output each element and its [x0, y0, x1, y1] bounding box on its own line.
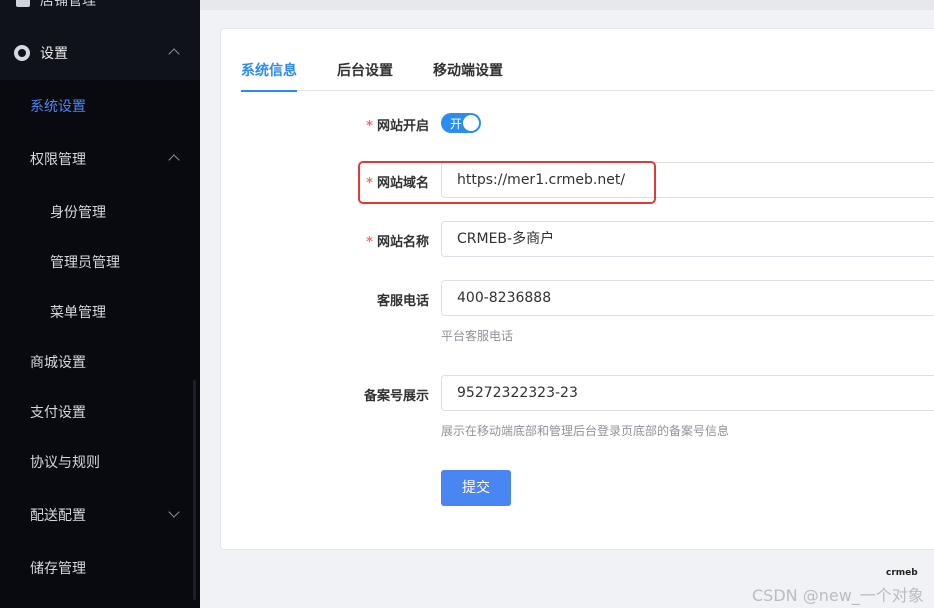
tab-mobile-settings[interactable]: 移动端设置 [433, 61, 503, 91]
icp-help: 展示在移动端底部和管理后台登录页底部的备案号信息 [441, 424, 730, 438]
sidebar-item-label: 系统设置 [30, 99, 86, 115]
label-text: 网站开启 [376, 119, 429, 134]
sidebar-item-admins[interactable]: 管理员管理 [0, 237, 200, 287]
sidebar-item-store[interactable]: 店铺管理 [0, 0, 200, 12]
site-name-label: * 网站名称 [366, 231, 429, 250]
tab-backend-settings[interactable]: 后台设置 [337, 61, 393, 91]
site-name-input[interactable]: CRMEB-多商户 [441, 221, 934, 257]
service-phone-input[interactable]: 400-8236888 [441, 280, 934, 316]
sidebar-item-label: 身份管理 [50, 205, 106, 221]
sidebar-item-roles[interactable]: 身份管理 [0, 187, 200, 237]
sidebar-item-label: 权限管理 [30, 152, 86, 168]
sidebar: 店铺管理 设置 系统设置 权限管理 身份管理 管理员管理 菜单管理 商城设置 支… [0, 0, 200, 608]
sidebar-item-system-settings[interactable]: 系统设置 [0, 81, 200, 131]
site-open-switch[interactable]: 开 [441, 113, 481, 133]
sidebar-item-label: 店铺管理 [40, 0, 96, 9]
sidebar-item-label: 管理员管理 [50, 255, 120, 271]
crmeb-logo: crmeb [886, 568, 918, 578]
chevron-up-icon [168, 154, 180, 166]
service-phone-help: 平台客服电话 [441, 329, 514, 343]
sidebar-item-mall-settings[interactable]: 商城设置 [0, 337, 200, 387]
chevron-up-icon [168, 48, 180, 60]
sidebar-item-label: 协议与规则 [30, 455, 100, 471]
switch-knob [463, 115, 479, 131]
site-open-label: * 网站开启 [366, 115, 429, 134]
sidebar-item-settings[interactable]: 设置 [0, 26, 200, 80]
csdn-watermark: CSDN @new_一个对象 [752, 586, 924, 605]
chevron-down-icon [168, 506, 180, 518]
top-bar [200, 0, 934, 10]
service-phone-label: 客服电话 [376, 294, 429, 309]
sidebar-item-permissions[interactable]: 权限管理 [0, 134, 200, 184]
sidebar-item-payment-settings[interactable]: 支付设置 [0, 387, 200, 437]
sidebar-item-label: 配送配置 [30, 508, 86, 524]
label-text: 网站名称 [376, 235, 429, 250]
sidebar-item-agreements[interactable]: 协议与规则 [0, 437, 200, 487]
sidebar-scrollbar[interactable] [193, 380, 196, 600]
store-icon [16, 0, 30, 7]
sidebar-item-label: 支付设置 [30, 405, 86, 421]
sidebar-item-menus[interactable]: 菜单管理 [0, 287, 200, 337]
required-mark: * [366, 235, 373, 250]
sidebar-item-delivery[interactable]: 配送配置 [0, 490, 200, 540]
tab-bar: 系统信息 后台设置 移动端设置 [241, 61, 934, 92]
sidebar-item-storage[interactable]: 储存管理 [0, 543, 200, 593]
switch-text: 开 [450, 117, 463, 131]
tab-system-info[interactable]: 系统信息 [241, 61, 297, 92]
sidebar-item-label: 设置 [40, 46, 68, 62]
sidebar-item-label: 商城设置 [30, 355, 86, 371]
settings-submenu: 系统设置 权限管理 身份管理 管理员管理 菜单管理 商城设置 支付设置 协议与规… [0, 80, 200, 608]
sidebar-item-label: 储存管理 [30, 561, 86, 577]
sidebar-item-label: 菜单管理 [50, 305, 106, 321]
gear-icon [14, 45, 30, 61]
required-mark: * [366, 119, 373, 134]
icp-input[interactable]: 95272322323-23 [441, 375, 934, 411]
submit-button[interactable]: 提交 [441, 470, 511, 506]
icp-label: 备案号展示 [363, 389, 429, 404]
highlight-box [358, 161, 656, 204]
settings-card: 系统信息 后台设置 移动端设置 * 网站开启 开 * 网站域名 https://me… [220, 28, 934, 550]
